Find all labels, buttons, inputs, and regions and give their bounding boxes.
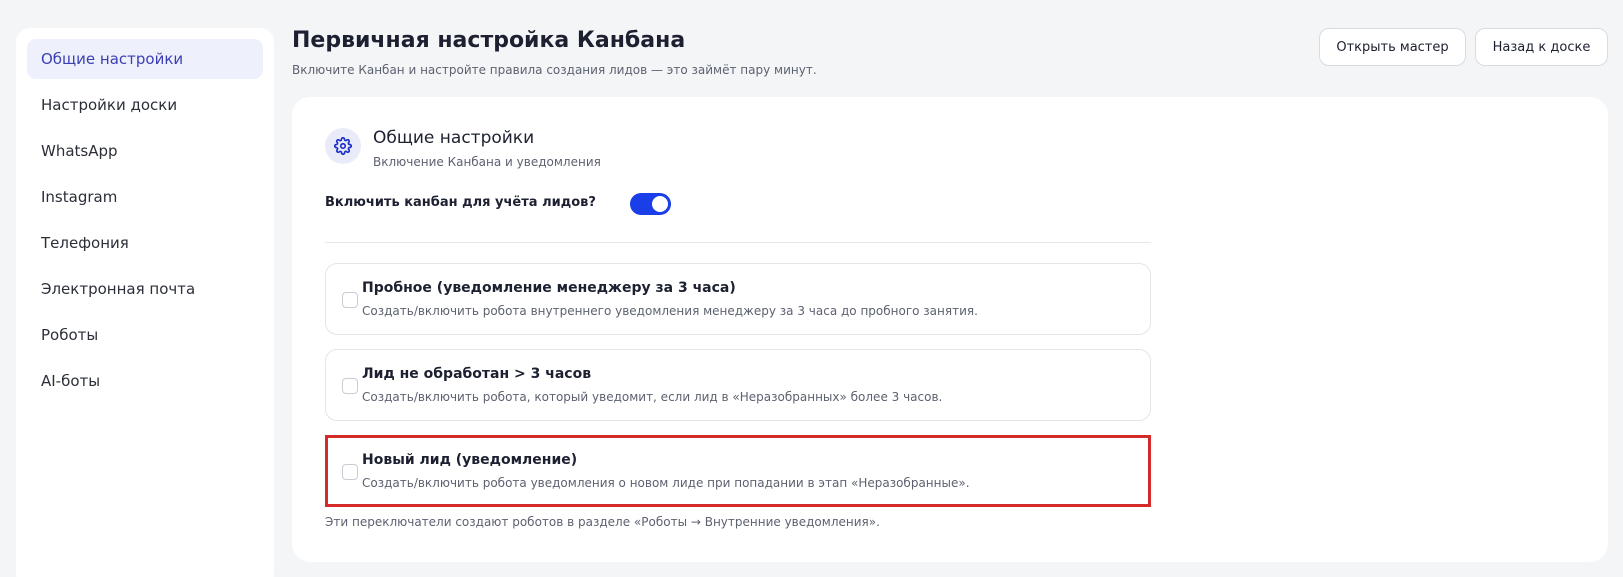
option-unprocessed-lead[interactable]: Лид не обработан > 3 часов Создать/включ…	[325, 349, 1151, 421]
option-title: Пробное (уведомление менеджеру за 3 часа…	[362, 280, 736, 296]
app-root: Общие настройки Настройки доски WhatsApp…	[0, 0, 1623, 577]
sidebar-item-instagram[interactable]: Instagram	[27, 177, 263, 217]
section-title: Общие настройки	[373, 128, 535, 148]
new-lead-notification-checkbox[interactable]	[342, 464, 358, 480]
open-wizard-button[interactable]: Открыть мастер	[1319, 28, 1466, 66]
enable-kanban-toggle[interactable]	[630, 193, 671, 215]
enable-kanban-label: Включить канбан для учёта лидов?	[325, 195, 596, 210]
sidebar: Общие настройки Настройки доски WhatsApp…	[16, 28, 274, 577]
sidebar-item-whatsapp[interactable]: WhatsApp	[27, 131, 263, 171]
option-new-lead-notification[interactable]: Новый лид (уведомление) Создать/включить…	[325, 435, 1151, 507]
sidebar-item-email[interactable]: Электронная почта	[27, 269, 263, 309]
section-subtitle: Включение Канбана и уведомления	[373, 155, 601, 169]
settings-card: Общие настройки Включение Канбана и увед…	[292, 97, 1608, 562]
option-trial-notification[interactable]: Пробное (уведомление менеджеру за 3 часа…	[325, 263, 1151, 335]
page-title: Первичная настройка Канбана	[292, 28, 686, 53]
gear-icon	[325, 128, 361, 164]
sidebar-item-robots[interactable]: Роботы	[27, 315, 263, 355]
toggle-knob	[652, 196, 668, 212]
option-description: Создать/включить робота, который уведоми…	[362, 390, 943, 404]
option-title: Новый лид (уведомление)	[362, 452, 578, 468]
option-title: Лид не обработан > 3 часов	[362, 366, 592, 382]
sidebar-item-ai-bots[interactable]: AI-боты	[27, 361, 263, 401]
option-description: Создать/включить робота уведомления о но…	[362, 476, 970, 490]
sidebar-item-telephony[interactable]: Телефония	[27, 223, 263, 263]
divider	[325, 242, 1151, 243]
sidebar-item-general-settings[interactable]: Общие настройки	[27, 39, 263, 79]
trial-notification-checkbox[interactable]	[342, 292, 358, 308]
footnote: Эти переключатели создают роботов в разд…	[325, 515, 880, 529]
option-description: Создать/включить робота внутреннего увед…	[362, 304, 978, 318]
sidebar-item-board-settings[interactable]: Настройки доски	[27, 85, 263, 125]
back-to-board-button[interactable]: Назад к доске	[1475, 28, 1608, 66]
page-subtitle: Включите Канбан и настройте правила созд…	[292, 63, 817, 77]
unprocessed-lead-checkbox[interactable]	[342, 378, 358, 394]
